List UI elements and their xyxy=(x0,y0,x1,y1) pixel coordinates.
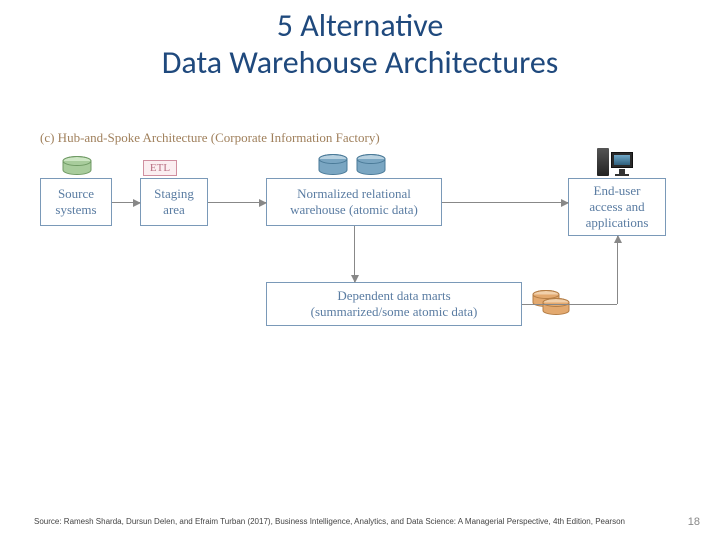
title-line-2: Data Warehouse Architectures xyxy=(162,43,559,82)
box-source-systems: Source systems xyxy=(40,178,112,226)
database-icon xyxy=(318,154,348,176)
box-warehouse: Normalized relational warehouse (atomic … xyxy=(266,178,442,226)
arrow-icon xyxy=(208,202,266,203)
arrow-icon xyxy=(112,202,140,203)
box-end-user: End-user access and applications xyxy=(568,178,666,236)
architecture-diagram: (c) Hub-and-Spoke Architecture (Corporat… xyxy=(34,130,686,370)
source-citation: Source: Ramesh Sharda, Dursun Delen, and… xyxy=(34,517,625,526)
diagram-caption: (c) Hub-and-Spoke Architecture (Corporat… xyxy=(40,130,380,146)
database-icon xyxy=(356,154,386,176)
etl-label: ETL xyxy=(143,160,177,176)
database-icon xyxy=(542,298,570,316)
arrow-icon xyxy=(617,236,618,304)
database-icon xyxy=(62,156,92,176)
arrow-icon xyxy=(442,202,568,203)
computer-icon xyxy=(597,148,637,178)
slide-title: 5 Alternative Data Warehouse Architectur… xyxy=(0,0,720,82)
connector-line xyxy=(522,304,617,305)
title-line-1: 5 Alternative xyxy=(277,6,444,45)
box-data-marts: Dependent data marts (summarized/some at… xyxy=(266,282,522,326)
arrow-icon xyxy=(354,226,355,282)
box-staging-area: Staging area xyxy=(140,178,208,226)
page-number: 18 xyxy=(688,516,700,528)
